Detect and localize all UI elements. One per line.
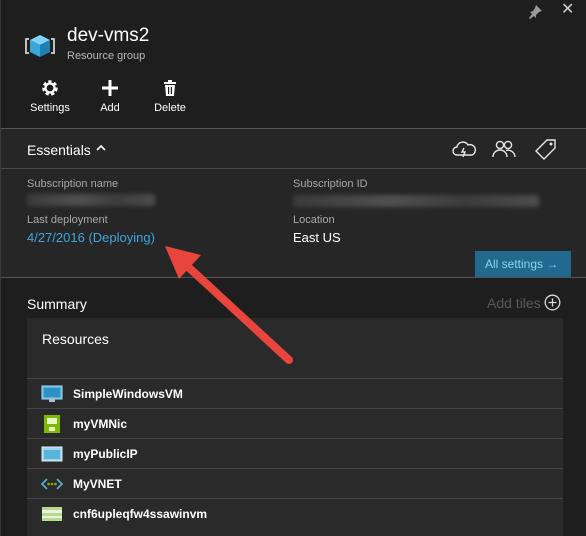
resource-row[interactable]: cnf6upleqfw4ssawinvm: [27, 498, 563, 528]
essentials-header[interactable]: Essentials: [1, 129, 586, 169]
add-circle-icon[interactable]: [544, 294, 561, 311]
subscription-id-label: Subscription ID: [293, 178, 368, 190]
trash-icon: [164, 80, 176, 96]
delete-label: Delete: [154, 102, 186, 114]
resource-row[interactable]: myVMNic: [27, 408, 563, 438]
settings-label: Settings: [30, 102, 70, 114]
all-settings-button[interactable]: All settings →: [475, 251, 571, 277]
resource-row[interactable]: SimpleWindowsVM: [27, 378, 563, 408]
location-value: East US: [293, 230, 341, 245]
nic-icon: [44, 415, 60, 433]
page-subtitle: Resource group: [67, 50, 146, 62]
resource-name: SimpleWindowsVM: [73, 387, 183, 401]
essentials-title: Essentials: [27, 142, 91, 158]
storage-icon: [42, 507, 62, 521]
resource-row[interactable]: myPublicIP: [27, 438, 563, 468]
summary-title: Summary: [27, 296, 87, 312]
tag-icon[interactable]: [533, 138, 559, 160]
users-icon[interactable]: [491, 138, 517, 160]
delete-button[interactable]: Delete: [140, 78, 200, 114]
resource-row[interactable]: MyVNET: [27, 468, 563, 498]
resource-name: cnf6upleqfw4ssawinvm: [73, 507, 208, 521]
resource-name: myVMNic: [73, 417, 128, 431]
add-button[interactable]: Add: [80, 78, 140, 114]
close-icon[interactable]: ✕: [561, 2, 577, 18]
cloud-deploy-icon[interactable]: [451, 138, 477, 160]
subscription-name-label: Subscription name: [27, 178, 119, 190]
blade-header: ✕ dev-vms2 Resource group Settings Add D…: [1, 0, 586, 128]
pin-icon[interactable]: [527, 4, 543, 20]
essentials-panel: Essentials Subscription name Subscriptio…: [1, 128, 586, 278]
subscription-name-value-redacted: [27, 194, 155, 206]
page-title: dev-vms2: [67, 25, 150, 46]
gear-icon: [42, 80, 58, 96]
resources-tile: Resources SimpleWindowsVM myVMNic myPubl…: [27, 318, 563, 536]
resource-group-icon: [25, 35, 55, 57]
vm-icon: [41, 385, 63, 402]
vnet-icon: [41, 478, 63, 490]
add-tiles-button[interactable]: Add tiles: [487, 295, 541, 311]
resource-group-blade: ✕ dev-vms2 Resource group Settings Add D…: [0, 0, 586, 536]
location-label: Location: [293, 214, 335, 226]
chevron-up-icon[interactable]: [95, 142, 107, 154]
last-deployment-label: Last deployment: [27, 214, 108, 226]
resource-name: MyVNET: [73, 477, 122, 491]
add-label: Add: [100, 102, 120, 114]
settings-button[interactable]: Settings: [20, 78, 80, 114]
summary-section: Summary Add tiles Resources SimpleWindow…: [1, 278, 586, 536]
plus-icon: [102, 80, 118, 96]
resource-name: myPublicIP: [73, 447, 138, 461]
public-ip-icon: [41, 446, 63, 462]
subscription-id-value-redacted: [293, 195, 539, 207]
resources-title: Resources: [42, 331, 109, 347]
last-deployment-link[interactable]: 4/27/2016 (Deploying): [27, 230, 155, 245]
